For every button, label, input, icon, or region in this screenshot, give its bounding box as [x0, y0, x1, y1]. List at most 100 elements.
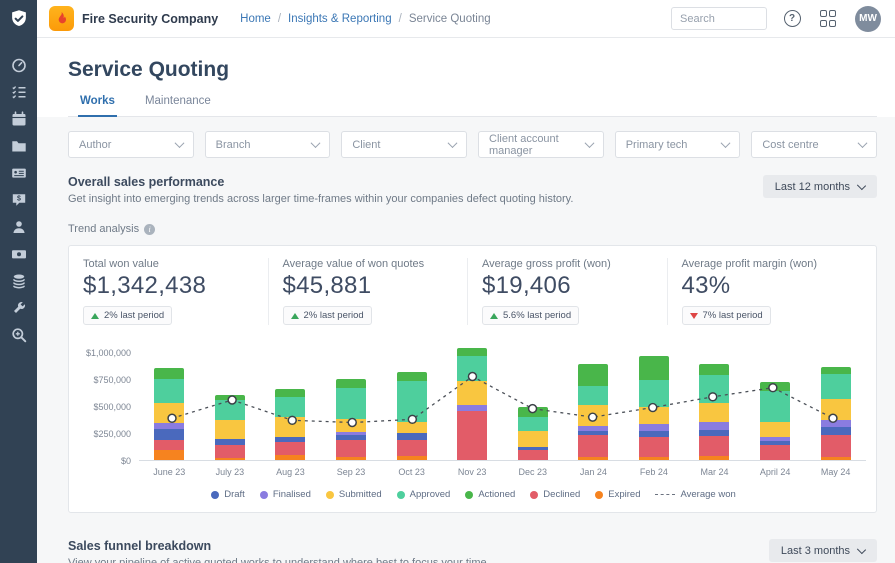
search-input[interactable] [671, 7, 767, 30]
chevron-down-icon [310, 138, 321, 149]
bar-segment-declined [396, 439, 427, 456]
legend-item-declined[interactable]: Declined [530, 489, 580, 500]
invoices-icon[interactable] [11, 246, 27, 262]
trend-up-icon [91, 312, 99, 319]
tools-icon[interactable] [11, 300, 27, 316]
kpi-average-profit-margin-won: Average profit margin (won) 43% 7% last … [666, 258, 867, 325]
bar-segment-draft [154, 428, 185, 440]
bar-segment-actioned [336, 379, 367, 388]
legend-label: Actioned [478, 489, 516, 500]
legend-item-average-won[interactable]: Average won [655, 489, 736, 500]
filter-bar: Author Branch Client Client account mana… [68, 131, 878, 158]
bar-segment-approved [336, 387, 367, 420]
legend-item-submitted[interactable]: Submitted [325, 489, 382, 500]
x-axis-label: Aug 23 [276, 467, 305, 477]
chart-legend: Draft Finalised Submitted Approved Actioned D… [81, 489, 866, 500]
legend-item-expired[interactable]: Expired [595, 489, 640, 500]
bar-segment-expired [638, 456, 669, 460]
search-plus-icon[interactable] [11, 327, 27, 343]
trend-analysis-label: Trend analysis i [68, 223, 877, 235]
kpi-row: Total won value $1,342,438 2% last perio… [81, 258, 866, 325]
legend-item-finalised[interactable]: Finalised [259, 489, 311, 500]
quotes-icon[interactable]: $ [11, 192, 27, 208]
bar-slot-may-24 [805, 339, 866, 460]
people-icon[interactable] [11, 219, 27, 235]
bar-segment-declined [336, 439, 367, 457]
filter-primary-tech[interactable]: Primary tech [614, 131, 741, 158]
id-card-icon[interactable] [11, 165, 27, 181]
kpi-average-gross-profit-won: Average gross profit (won) $19,406 5.6% … [467, 258, 667, 325]
bar-segment-actioned [517, 407, 548, 417]
assets-icon[interactable] [11, 273, 27, 289]
bar-segment-actioned [578, 364, 609, 386]
bar-slot-oct-23 [381, 339, 442, 460]
stacked-bar [154, 368, 185, 460]
filter-cost-centre[interactable]: Cost centre [751, 131, 878, 158]
breadcrumb-item[interactable]: Home [240, 13, 271, 25]
period-selector-12-months[interactable]: Last 12 months [762, 175, 877, 198]
legend-dot-icon [396, 490, 405, 499]
kpi-change-badge: 2% last period [282, 306, 372, 325]
section-title: Sales funnel breakdown [68, 539, 212, 553]
bar-segment-actioned [275, 389, 306, 397]
folder-icon[interactable] [11, 138, 27, 154]
tasks-icon[interactable] [11, 84, 27, 100]
company-name: Fire Security Company [82, 11, 219, 26]
sidebar-nav: $ [11, 37, 27, 343]
legend-label: Approved [409, 489, 451, 500]
legend-dot-icon [259, 490, 268, 499]
section-description: View your pipeline of active quoted work… [68, 557, 490, 563]
page-title: Service Quoting [68, 58, 230, 81]
x-axis-label: July 23 [215, 467, 245, 477]
bar-segment-expired [820, 456, 851, 460]
bar-slot-sep-23 [321, 339, 382, 460]
x-axis-label: Oct 23 [398, 467, 425, 477]
x-axis-label: Sep 23 [336, 467, 366, 477]
legend-item-approved[interactable]: Approved [396, 489, 451, 500]
filter-branch[interactable]: Branch [204, 131, 331, 158]
help-icon[interactable]: ? [781, 8, 803, 30]
bar-segment-finalised [699, 422, 730, 430]
stacked-bar [699, 363, 730, 460]
fire-brand-icon [49, 6, 74, 31]
stacked-bar [578, 364, 609, 460]
legend-item-actioned[interactable]: Actioned [465, 489, 515, 500]
bar-segment-submitted [820, 398, 851, 421]
bar-slot-aug-23 [260, 339, 321, 460]
calendar-icon[interactable] [11, 111, 27, 127]
app-logo-icon[interactable] [0, 0, 37, 37]
y-axis-tick: $0 [120, 456, 131, 466]
bar-segment-actioned [638, 356, 669, 381]
kpi-change-badge: 5.6% last period [482, 306, 580, 325]
legend-item-draft[interactable]: Draft [211, 489, 245, 500]
x-axis-label: Feb 24 [639, 467, 668, 477]
bar-segment-declined [154, 439, 185, 451]
filter-client-account-manager[interactable]: Client account manager [478, 131, 604, 158]
tab-maintenance[interactable]: Maintenance [143, 95, 213, 116]
filter-label: Client account manager [489, 132, 559, 157]
kpi-change-badge: 2% last period [83, 306, 173, 325]
breadcrumb-item[interactable]: Insights & Reporting [288, 13, 392, 25]
topbar: Fire Security Company Home / Insights & Re… [37, 0, 895, 38]
period-selector-3-months[interactable]: Last 3 months [768, 539, 877, 562]
bar-segment-submitted [214, 420, 245, 440]
bar-segment-approved [638, 380, 669, 408]
x-axis-label: Nov 23 [457, 467, 487, 477]
breadcrumb-separator: / [277, 12, 282, 25]
bar-segment-expired [396, 455, 427, 460]
filter-label: Author [79, 138, 112, 151]
stacked-bar [214, 394, 245, 460]
trend-down-icon [689, 312, 698, 319]
bar-segment-actioned [760, 382, 791, 392]
info-icon[interactable]: i [144, 223, 156, 235]
filter-author[interactable]: Author [68, 131, 194, 158]
tab-works[interactable]: Works [78, 95, 117, 117]
bar-segment-submitted [275, 417, 306, 437]
chevron-down-icon [584, 138, 595, 149]
dashboard-icon[interactable] [11, 57, 27, 73]
bar-segment-expired [154, 450, 185, 460]
apps-grid-icon[interactable] [817, 8, 839, 30]
user-avatar[interactable]: MW [855, 5, 881, 32]
kpi-change-text: 7% last period [702, 310, 763, 321]
filter-client[interactable]: Client [341, 131, 468, 158]
